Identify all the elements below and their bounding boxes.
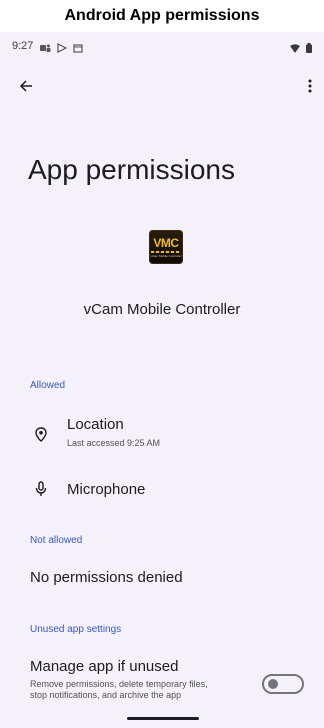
permission-row-microphone[interactable]: Microphone: [0, 472, 324, 508]
permission-row-location[interactable]: Location Last accessed 9:25 AM: [0, 412, 324, 456]
home-indicator[interactable]: [127, 717, 199, 720]
back-button[interactable]: [14, 76, 38, 100]
section-header-not-allowed: Not allowed: [30, 535, 83, 546]
app-name: vCam Mobile Controller: [83, 301, 241, 318]
page-title: App permissions: [28, 154, 235, 185]
app-icon: VMC vCam Mobile Controller: [149, 230, 183, 264]
microphone-icon: [33, 481, 49, 497]
calendar-icon: [73, 40, 83, 58]
no-permissions-denied-text: No permissions denied: [30, 569, 183, 586]
notification-icons: [40, 40, 83, 58]
manage-app-description-line2: stop notifications, and archive the app: [30, 690, 182, 700]
top-app-bar: [0, 72, 324, 104]
arrow-left-icon: [19, 79, 33, 98]
phone-screen: 9:27 App permissions VMC vCam Mobile Con…: [0, 32, 324, 728]
app-icon-subtext: vCam Mobile Controller: [150, 253, 182, 258]
permission-title-location: Location: [67, 416, 124, 433]
screenshot-caption: Android App permissions: [0, 0, 324, 32]
status-bar: 9:27: [0, 32, 324, 60]
section-header-allowed: Allowed: [30, 380, 66, 391]
app-icon-logo-text: VMC: [153, 235, 179, 250]
system-status-icons: [290, 40, 312, 58]
no-permissions-denied-row: No permissions denied: [0, 562, 324, 594]
manage-app-title: Manage app if unused: [30, 658, 179, 675]
section-header-unused: Unused app settings: [30, 624, 122, 635]
wifi-icon: [290, 40, 300, 58]
permission-title-microphone: Microphone: [67, 481, 146, 498]
more-options-button[interactable]: [300, 76, 320, 100]
more-vert-icon: [308, 79, 312, 98]
permission-subtitle-location: Last accessed 9:25 AM: [67, 438, 161, 448]
teams-icon: [40, 40, 51, 58]
status-time: 9:27: [12, 40, 34, 52]
battery-icon: [306, 40, 312, 58]
manage-app-description-line1: Remove permissions, delete temporary fil…: [30, 679, 208, 689]
toggle-knob: [268, 679, 278, 689]
manage-app-if-unused-row[interactable]: Manage app if unused Remove permissions,…: [0, 652, 324, 712]
play-store-icon: [57, 40, 68, 58]
location-pin-icon: [33, 426, 49, 442]
app-icon-stripe: [151, 250, 181, 253]
manage-app-toggle[interactable]: [262, 674, 304, 694]
